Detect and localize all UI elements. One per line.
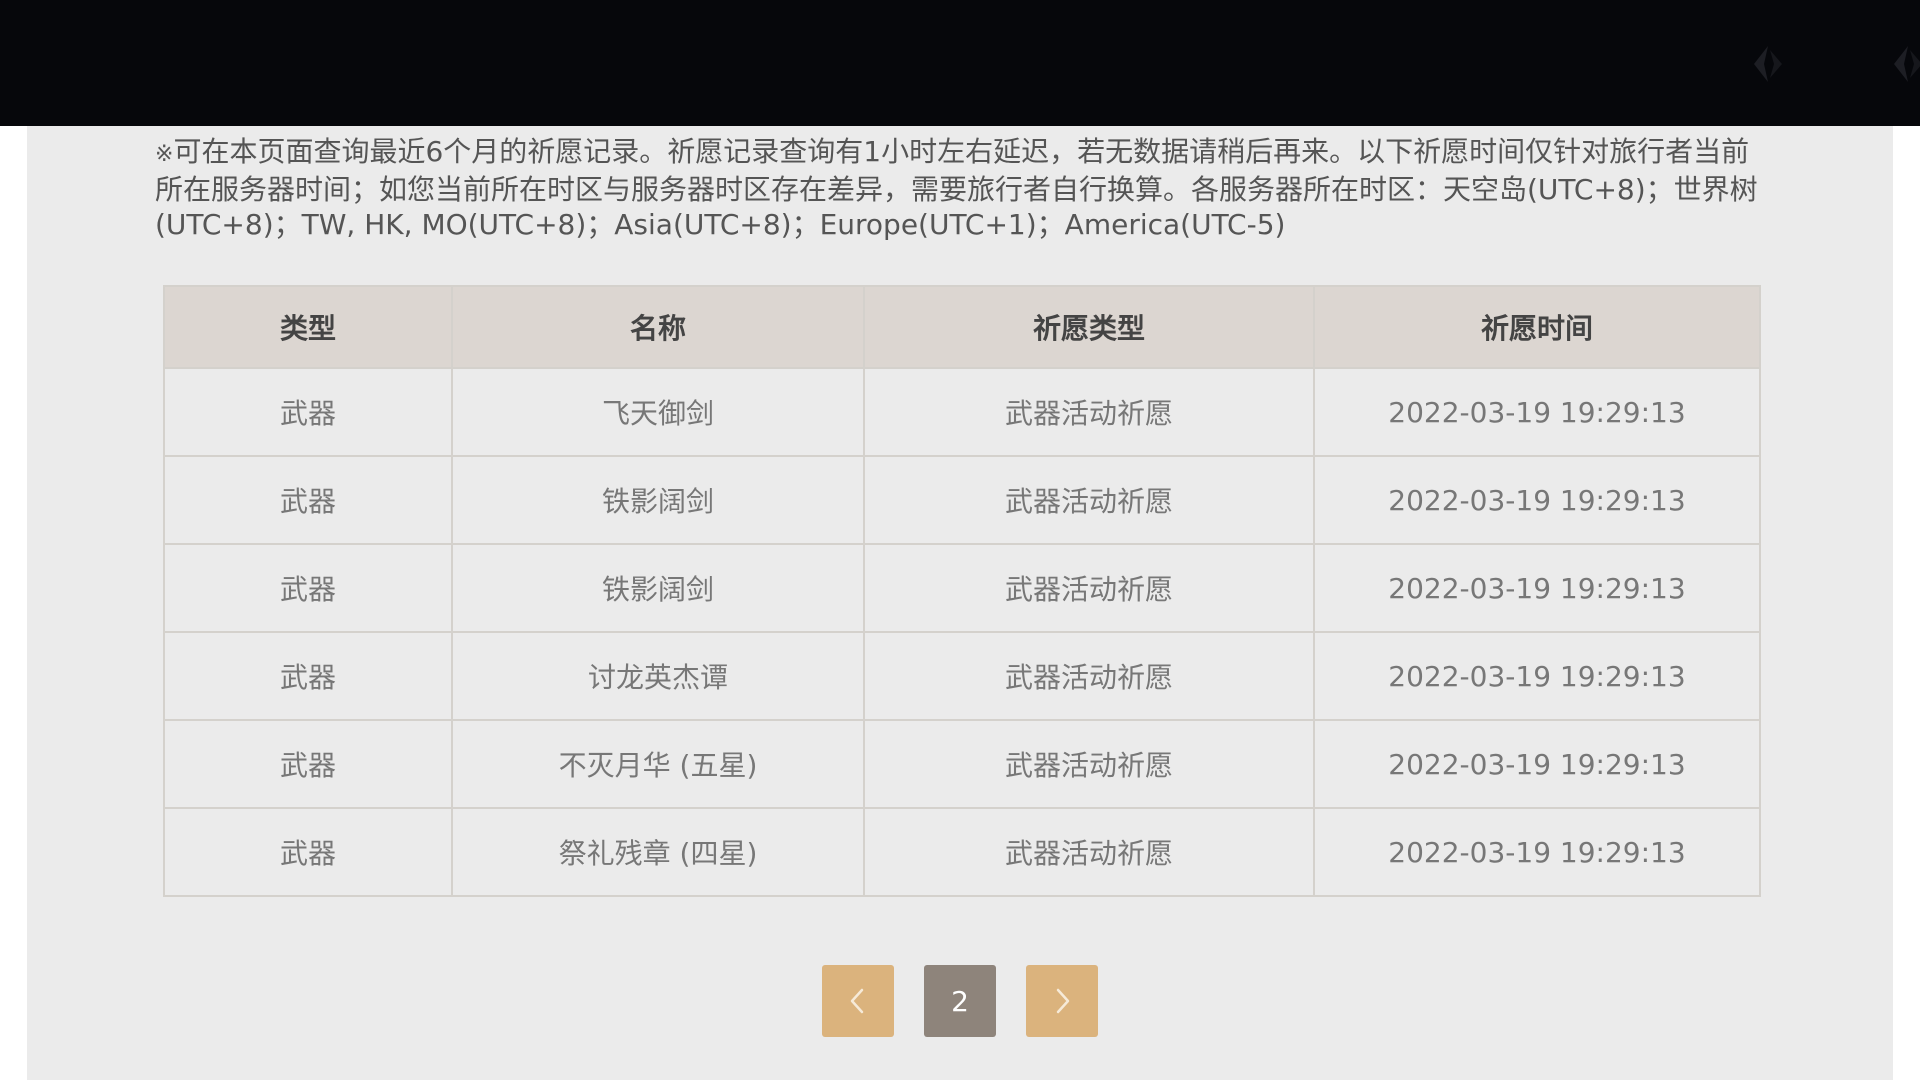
cell-type: 武器 [163, 807, 453, 897]
cell-time: 2022-03-19 19:29:13 [1313, 631, 1761, 721]
cell-name: 飞天御剑 [451, 367, 865, 457]
header-type: 类型 [163, 285, 453, 369]
next-page-button[interactable] [1026, 965, 1098, 1037]
header-name: 名称 [451, 285, 865, 369]
cell-name-four-star: 祭礼残章 (四星) [451, 807, 865, 897]
cell-type: 武器 [163, 719, 453, 809]
cell-time: 2022-03-19 19:29:13 [1313, 455, 1761, 545]
table-header-row: 类型 名称 祈愿类型 祈愿时间 [163, 285, 1761, 369]
cell-time: 2022-03-19 19:29:13 [1313, 719, 1761, 809]
cell-type: 武器 [163, 367, 453, 457]
table-row: 武器 铁影阔剑 武器活动祈愿 2022-03-19 19:29:13 [163, 455, 1761, 545]
cell-time: 2022-03-19 19:29:13 [1313, 807, 1761, 897]
table-row: 武器 不灭月华 (五星) 武器活动祈愿 2022-03-19 19:29:13 [163, 719, 1761, 809]
cell-wish-type: 武器活动祈愿 [863, 807, 1315, 897]
table-row: 武器 讨龙英杰谭 武器活动祈愿 2022-03-19 19:29:13 [163, 631, 1761, 721]
header-wish-time: 祈愿时间 [1313, 285, 1761, 369]
cell-time: 2022-03-19 19:29:13 [1313, 367, 1761, 457]
chevron-left-icon [850, 988, 864, 1014]
cell-type: 武器 [163, 455, 453, 545]
chevron-right-icon [1056, 988, 1070, 1014]
diamond-ornament-icon [1894, 46, 1920, 82]
cell-name: 铁影阔剑 [451, 455, 865, 545]
wish-history-notice: ※可在本页面查询最近6个月的祈愿记录。祈愿记录查询有1小时左右延迟，若无数据请稍… [155, 134, 1765, 242]
current-page-indicator[interactable]: 2 [924, 965, 996, 1037]
cell-wish-type: 武器活动祈愿 [863, 631, 1315, 721]
cell-type: 武器 [163, 631, 453, 721]
diamond-ornament-icon [1754, 46, 1782, 82]
cell-wish-type: 武器活动祈愿 [863, 543, 1315, 633]
cell-time: 2022-03-19 19:29:13 [1313, 543, 1761, 633]
cell-name: 讨龙英杰谭 [451, 631, 865, 721]
cell-wish-type: 武器活动祈愿 [863, 719, 1315, 809]
cell-wish-type: 武器活动祈愿 [863, 367, 1315, 457]
cell-wish-type: 武器活动祈愿 [863, 455, 1315, 545]
notice-mark: ※ [155, 142, 174, 167]
cell-name-five-star: 不灭月华 (五星) [451, 719, 865, 809]
notice-text: 可在本页面查询最近6个月的祈愿记录。祈愿记录查询有1小时左右延迟，若无数据请稍后… [155, 135, 1758, 241]
cell-type: 武器 [163, 543, 453, 633]
table-row: 武器 飞天御剑 武器活动祈愿 2022-03-19 19:29:13 [163, 367, 1761, 457]
table-row: 武器 铁影阔剑 武器活动祈愿 2022-03-19 19:29:13 [163, 543, 1761, 633]
header-wish-type: 祈愿类型 [863, 285, 1315, 369]
table-row: 武器 祭礼残章 (四星) 武器活动祈愿 2022-03-19 19:29:13 [163, 807, 1761, 897]
top-bar [0, 0, 1920, 126]
cell-name: 铁影阔剑 [451, 543, 865, 633]
prev-page-button[interactable] [822, 965, 894, 1037]
wish-records-table: 类型 名称 祈愿类型 祈愿时间 武器 飞天御剑 武器活动祈愿 2022-03-1… [163, 285, 1761, 897]
